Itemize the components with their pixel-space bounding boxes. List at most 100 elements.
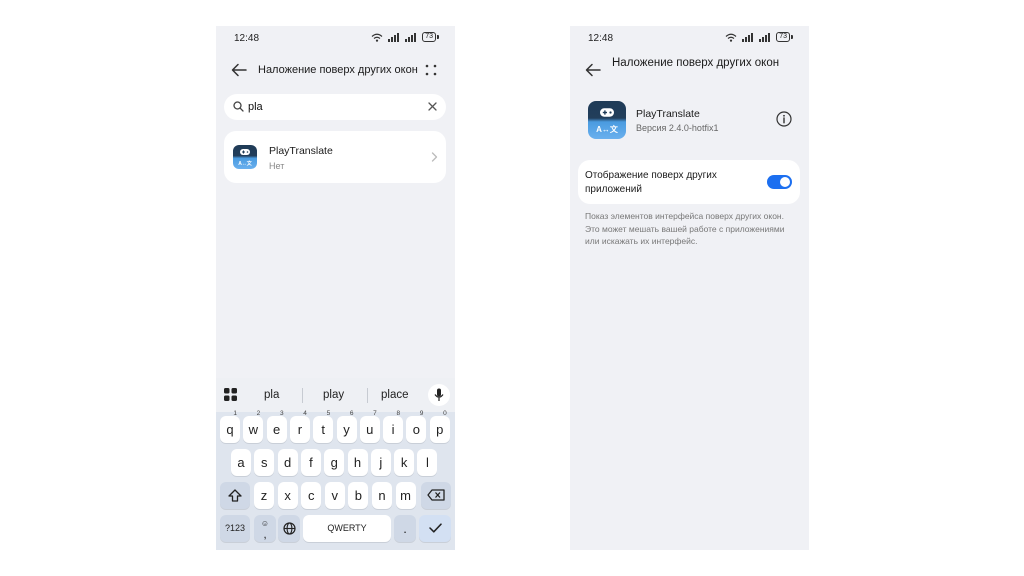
key-m[interactable]: m: [395, 482, 416, 509]
suggestion-2[interactable]: play: [323, 389, 344, 401]
key-hint: 6: [349, 410, 354, 417]
enter-key[interactable]: [419, 515, 451, 542]
overlay-permission-card: Отображение поверх других приложений: [578, 160, 800, 204]
key-z[interactable]: z: [254, 482, 274, 509]
wifi-icon: [725, 33, 737, 42]
mic-button[interactable]: [428, 384, 450, 406]
suggestion-1[interactable]: pla: [264, 389, 279, 401]
key-y[interactable]: y6: [336, 410, 357, 443]
key-label: r: [297, 422, 303, 437]
app-icon-text: A↔文: [596, 125, 618, 135]
keyboard: pla play place q1w2e3r4t5y6u7i8o9p0 asdf…: [216, 378, 455, 550]
emoji-comma-key[interactable]: ☺ ,: [254, 515, 276, 542]
key-hint: 0: [443, 410, 447, 417]
search-icon: [233, 101, 244, 112]
key-r[interactable]: r4: [289, 410, 310, 443]
back-arrow-icon[interactable]: [584, 61, 602, 79]
signal-icon: [388, 32, 400, 42]
key-label: e: [272, 422, 281, 437]
key-j[interactable]: j: [370, 449, 391, 476]
comma-label: ,: [263, 527, 267, 541]
result-app-name: PlayTranslate: [269, 145, 333, 157]
backspace-icon: [427, 489, 445, 501]
key-c[interactable]: c: [301, 482, 322, 509]
key-u[interactable]: u7: [359, 410, 380, 443]
key-label: o: [412, 422, 420, 437]
key-x[interactable]: x: [277, 482, 298, 509]
chevron-right-icon: [431, 152, 438, 162]
status-bar: 12:48 73: [570, 26, 809, 52]
language-key[interactable]: [278, 515, 300, 542]
key-label: w: [248, 422, 258, 437]
app-icon: A↔文: [588, 101, 626, 139]
toggle-label: Отображение поверх других приложений: [585, 170, 717, 195]
key-d[interactable]: d: [277, 449, 298, 476]
key-a[interactable]: a: [231, 449, 251, 476]
battery-icon: 73: [776, 32, 793, 42]
backspace-key[interactable]: [421, 482, 451, 509]
key-v[interactable]: v: [324, 482, 345, 509]
permission-description: Показ элементов интерфейса поверх других…: [585, 211, 785, 246]
key-hint: 7: [373, 410, 377, 417]
signal-icon: [759, 32, 771, 42]
check-icon: [428, 523, 442, 533]
app-name: PlayTranslate: [636, 108, 700, 120]
symbols-key[interactable]: ?123: [220, 515, 250, 542]
space-key[interactable]: QWERTY: [303, 515, 391, 542]
globe-icon: [282, 522, 296, 535]
key-l[interactable]: l: [417, 449, 438, 476]
key-hint: 1: [233, 410, 237, 417]
gamepad-icon: [240, 149, 250, 156]
key-hint: 5: [326, 410, 331, 417]
shift-icon: [228, 489, 242, 502]
wifi-icon: [371, 33, 383, 42]
key-n[interactable]: n: [372, 482, 392, 509]
key-label: i: [391, 422, 395, 437]
period-key[interactable]: .: [394, 515, 416, 542]
status-time: 12:48: [588, 33, 614, 44]
key-h[interactable]: h: [347, 449, 368, 476]
status-time: 12:48: [234, 33, 260, 44]
key-q[interactable]: q1: [220, 410, 240, 443]
apps-grid-icon[interactable]: [224, 388, 237, 401]
search-result-item[interactable]: A↔文 PlayTranslate Нет: [224, 131, 446, 183]
key-hint: 2: [256, 410, 261, 417]
clear-icon[interactable]: [428, 102, 437, 111]
key-label: y: [343, 422, 350, 437]
suggestion-bar: pla play place: [216, 378, 455, 412]
back-arrow-icon[interactable]: [230, 61, 248, 79]
page-title: Наложение поверх других окон: [258, 64, 418, 76]
overlay-toggle-switch[interactable]: [767, 175, 792, 189]
key-hint: 3: [279, 410, 284, 417]
battery-level: 73: [776, 32, 790, 42]
key-o[interactable]: o9: [406, 410, 427, 443]
signal-icon: [405, 32, 417, 42]
shift-key[interactable]: [220, 482, 250, 509]
key-w[interactable]: w2: [243, 410, 264, 443]
key-label: u: [366, 422, 374, 437]
key-f[interactable]: f: [300, 449, 321, 476]
key-s[interactable]: s: [254, 449, 275, 476]
key-label: q: [226, 422, 234, 437]
gamepad-icon: [600, 108, 614, 117]
phone-screen-settings: 12:48 73 Наложение поверх других окон A↔…: [570, 26, 809, 550]
key-i[interactable]: i8: [383, 410, 404, 443]
key-label: t: [321, 422, 325, 437]
mic-icon: [434, 388, 444, 401]
key-e[interactable]: e3: [266, 410, 287, 443]
app-icon: A↔文: [233, 145, 257, 169]
search-input[interactable]: [248, 98, 418, 116]
key-label: p: [436, 422, 444, 437]
key-t[interactable]: t5: [313, 410, 334, 443]
key-hint: 9: [419, 410, 424, 417]
more-icon[interactable]: [424, 63, 438, 77]
app-icon-text: A↔文: [238, 160, 252, 167]
key-hint: 8: [396, 410, 401, 417]
info-icon[interactable]: [776, 111, 792, 127]
key-p[interactable]: p0: [429, 410, 450, 443]
key-hint: 4: [303, 410, 307, 417]
key-k[interactable]: k: [394, 449, 415, 476]
suggestion-3[interactable]: place: [381, 389, 409, 401]
key-b[interactable]: b: [348, 482, 369, 509]
key-g[interactable]: g: [324, 449, 345, 476]
